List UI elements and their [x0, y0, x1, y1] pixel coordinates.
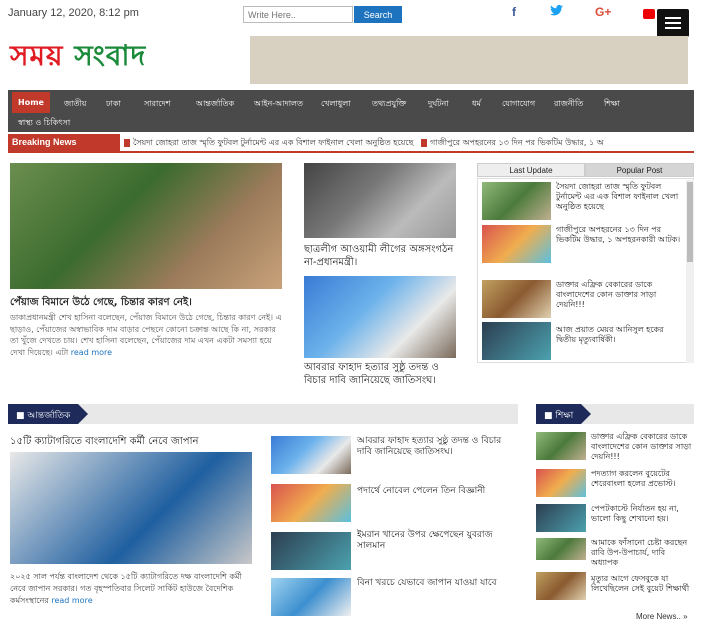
nav-law[interactable]: আইন-আদালত: [248, 92, 309, 117]
scrollbar-thumb[interactable]: [687, 182, 693, 262]
more-news-link[interactable]: More News.. »: [636, 612, 688, 622]
list-item-image[interactable]: [271, 436, 351, 474]
list-item-title[interactable]: আজ প্রয়াত মেয়র আনিসুল হকের দ্বিতীয় মৃ…: [556, 325, 684, 345]
header-ad-banner[interactable]: [250, 36, 688, 84]
site-logo[interactable]: সময় সংবাদ: [10, 34, 146, 81]
list-item-title[interactable]: ডাক্তার এফ্রিক বেকারের ডাকে বাংলাদেশের ক…: [591, 432, 694, 462]
section-title-text: শিক্ষা: [555, 411, 574, 421]
nav-politics[interactable]: রাজনীতি: [548, 92, 589, 117]
list-item-title[interactable]: পদার্থে নোবেল পেলেন তিন বিজ্ঞানী: [357, 486, 515, 497]
nav-contact[interactable]: যোগাযোগ: [496, 92, 541, 117]
list-item-title[interactable]: আবরার ফাহাদ হত্যার সুষ্ঠু তদন্ত ও বিচার …: [357, 436, 515, 458]
nav-health[interactable]: স্বাস্থ্য ও চিকিৎসা: [12, 111, 76, 136]
facebook-icon[interactable]: f: [512, 5, 516, 19]
list-item-title[interactable]: মৃত্যুর আগে ফেসবুকে যা লিখেছিলেন সেই বুয…: [591, 574, 694, 594]
list-item-image[interactable]: [482, 182, 551, 220]
logo-word-red: সময়: [10, 39, 64, 72]
story-image[interactable]: [304, 163, 456, 238]
lead-story-body-text: ডাকাপ্রধানমন্ত্রী শেখ হাসিনা বলেছেন, পেঁ…: [10, 313, 282, 357]
list-item-image[interactable]: [536, 469, 586, 497]
post-tabs: Last Update Popular Post: [477, 163, 694, 177]
list-item-image[interactable]: [482, 225, 551, 263]
section-headline[interactable]: ১৫টি ক্যাটাগরিতে বাংলাদেশি কর্মী নেবে জা…: [10, 435, 255, 448]
google-plus-icon[interactable]: G+: [595, 5, 611, 19]
twitter-icon[interactable]: [550, 4, 563, 19]
list-item-title[interactable]: বিনা খরচে যেভাবে জাপান যাওয়া যাবে: [357, 578, 515, 589]
youtube-icon[interactable]: [643, 9, 655, 19]
breaking-news-ticker[interactable]: সৈয়দা জোহরা তাজ স্মৃতি ফুটবল টুর্নামেন্…: [124, 137, 694, 150]
ticker-item[interactable]: গাজীপুরে অপহরনের ১৩ দিন পর ভিকটিম উদ্ধার…: [430, 138, 604, 147]
read-more-link[interactable]: read more: [51, 596, 92, 605]
section-header-international: ■ আন্তর্জাতিক: [8, 404, 518, 424]
logo-word-green: সংবাদ: [74, 39, 147, 72]
list-item-image[interactable]: [482, 322, 551, 360]
ticker-item[interactable]: সৈয়দা জোহরা তাজ স্মৃতি ফুটবল টুর্নামেন্…: [133, 138, 413, 147]
list-item-title[interactable]: ইমরান খানের উপর ক্ষেপেছেন যুবরাজ সালমান: [357, 530, 515, 552]
story-headline[interactable]: ছাত্রলীগ আওয়ামী লীগের অঙ্গসংগঠন না-প্রধ…: [304, 243, 456, 269]
breaking-news-bar: Breaking News সৈয়দা জোহরা তাজ স্মৃতি ফু…: [8, 134, 694, 153]
nav-international[interactable]: আন্তর্জাতিক: [190, 92, 240, 117]
section-title[interactable]: ■ আন্তর্জাতিক: [8, 404, 89, 424]
hamburger-menu-icon[interactable]: [657, 9, 689, 37]
story-headline[interactable]: আবরার ফাহাদ হত্যার সুষ্ঠু তদন্ত ও বিচার …: [304, 361, 456, 387]
nav-dhaka[interactable]: ঢাকা: [100, 92, 127, 117]
list-item-title[interactable]: আমাকে ফাঁসানো চেষ্টা করছেন রাবি উপ-উপাচা…: [591, 538, 694, 568]
list-item-title[interactable]: সৈয়দা জোহরা তাজ স্মৃতি ফুটবল টুর্নামেন্…: [556, 182, 684, 212]
section-title[interactable]: ■ শিক্ষা: [536, 404, 592, 424]
search-button[interactable]: Search: [354, 6, 402, 23]
nav-education[interactable]: শিক্ষা: [598, 92, 626, 117]
nav-tech[interactable]: তথ্যপ্রযুক্তি: [366, 92, 412, 117]
section-header-education: ■ শিক্ষা: [536, 404, 694, 424]
lead-story-body: ডাকাপ্রধানমন্ত্রী শেখ হাসিনা বলেছেন, পেঁ…: [10, 312, 282, 358]
list-item-title[interactable]: পেপটকাস্টে নির্যাতন হয় না, ভালো কিছু শে…: [591, 504, 694, 524]
list-item-image[interactable]: [536, 432, 586, 460]
ticker-bullet: [421, 138, 427, 147]
section-lead-image[interactable]: [10, 452, 252, 564]
popular-post-list: সৈয়দা জোহরা তাজ স্মৃতি ফুটবল টুর্নামেন্…: [477, 178, 694, 363]
list-item-title[interactable]: ডাক্তার এফ্রিক বেকারের ডাকে বাংলাদেশের ক…: [556, 280, 684, 310]
nav-sports[interactable]: খেলাধুলা: [315, 92, 357, 117]
tab-last-update[interactable]: Last Update: [477, 163, 585, 177]
list-item-image[interactable]: [271, 484, 351, 522]
section-lead-body: ২০২৫ সাল পর্যন্ত বাংলাদেশ থেকে ১৫টি ক্যা…: [10, 571, 255, 607]
nav-country[interactable]: সারাদেশ: [138, 92, 176, 117]
list-item-image[interactable]: [536, 572, 586, 600]
nav-accident[interactable]: দুর্ঘটনা: [422, 92, 455, 117]
section-lead-body-text: ২০২৫ সাল পর্যন্ত বাংলাদেশ থেকে ১৫টি ক্যা…: [10, 572, 242, 605]
section-title-text: আন্তর্জাতিক: [27, 411, 71, 421]
lead-story-headline[interactable]: পেঁয়াজ বিমানে উঠে গেছে, চিন্তার কারণ নে…: [10, 296, 282, 309]
lead-story-image[interactable]: [10, 163, 282, 289]
twitter-bird-icon: [550, 4, 563, 16]
list-item-title[interactable]: গাজীপুরে অপহরনের ১৩ দিন পর ভিকটিম উদ্ধার…: [556, 225, 684, 245]
read-more-link[interactable]: read more: [71, 348, 112, 357]
list-item-title[interactable]: পদত্যাগ করলেন বুয়েটের শেরেবাংলা হলের প্…: [591, 469, 694, 489]
story-image[interactable]: [304, 276, 456, 358]
list-item-image[interactable]: [482, 280, 551, 318]
nav-religion[interactable]: ধর্ম: [466, 92, 487, 117]
main-nav: Home জাতীয় ঢাকা সারাদেশ আন্তর্জাতিক আইন…: [8, 90, 694, 132]
list-item-image[interactable]: [536, 504, 586, 532]
list-item-image[interactable]: [271, 532, 351, 570]
nav-home[interactable]: Home: [12, 92, 50, 113]
date-time: January 12, 2020, 8:12 pm: [8, 7, 139, 19]
list-item-image[interactable]: [536, 538, 586, 560]
ticker-bullet: [124, 138, 130, 147]
list-item-image[interactable]: [271, 578, 351, 616]
breaking-news-label: Breaking News: [8, 134, 120, 151]
search-input[interactable]: [243, 6, 353, 23]
tab-popular-post[interactable]: Popular Post: [585, 163, 694, 177]
